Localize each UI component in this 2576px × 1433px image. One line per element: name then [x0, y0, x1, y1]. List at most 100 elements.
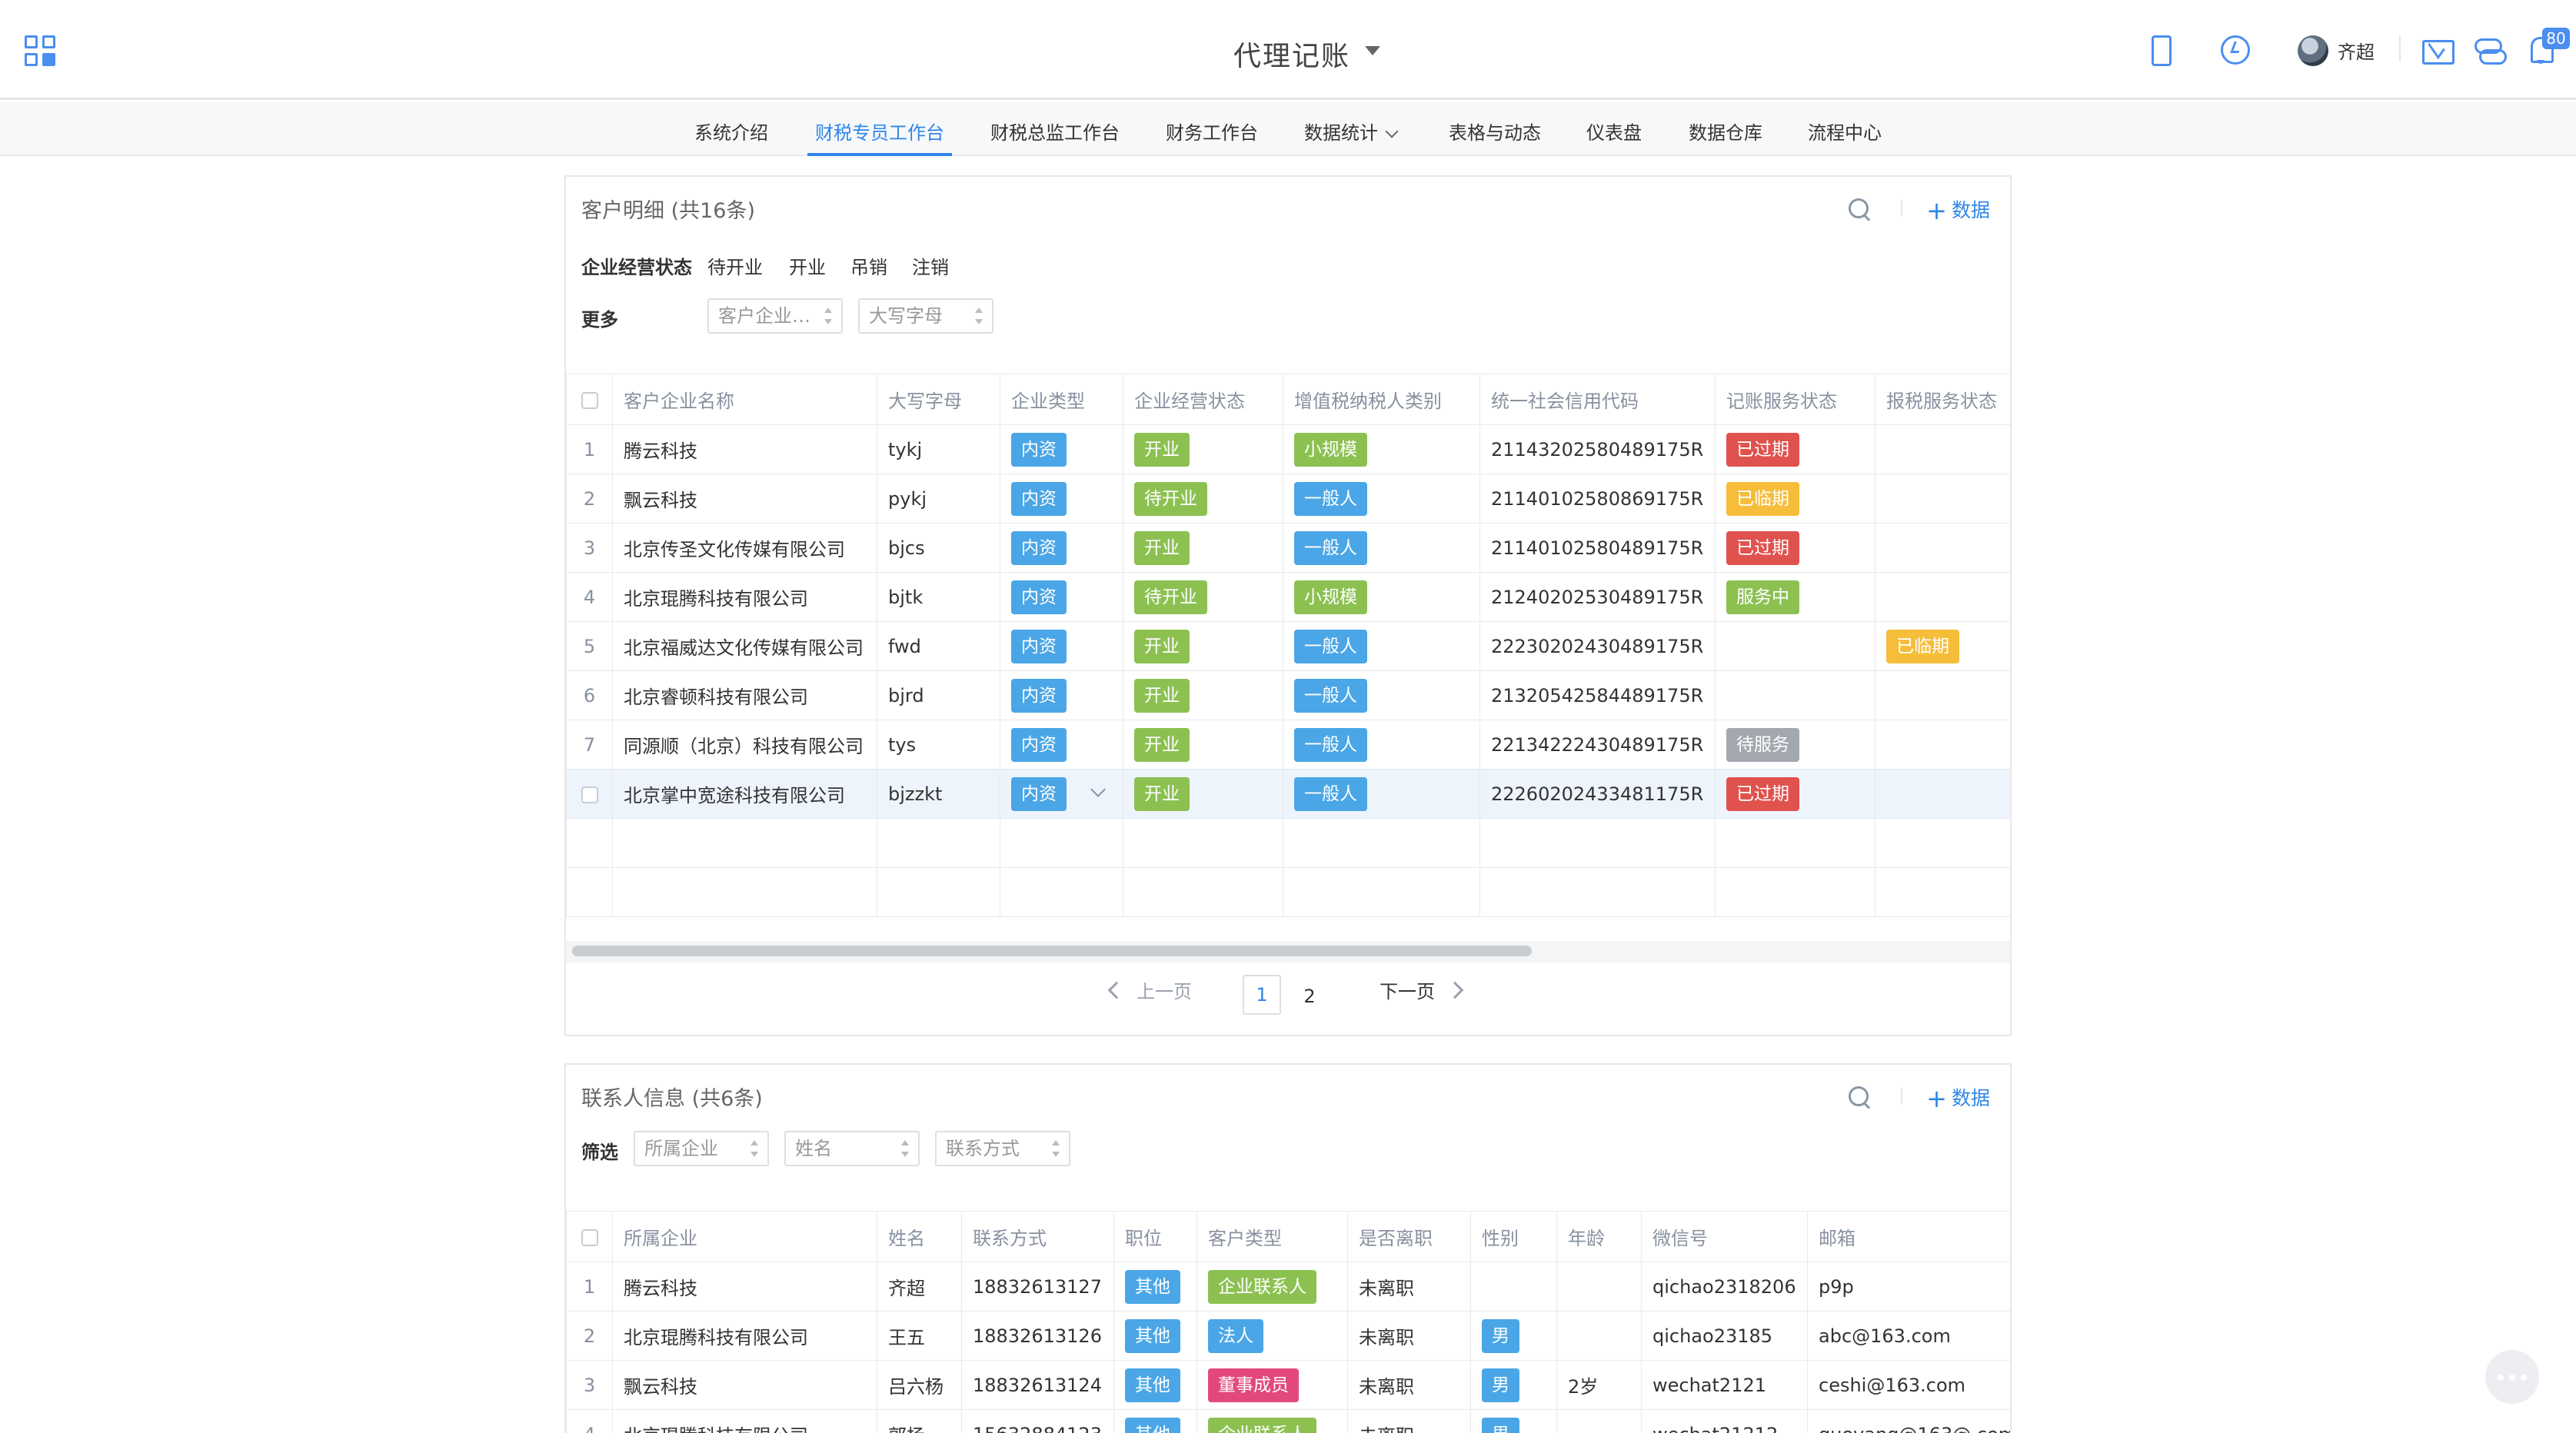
gender-tag: 男 — [1482, 1318, 1519, 1353]
vat-category-tag: 小规模 — [1294, 580, 1367, 614]
customer-company-select[interactable]: 客户企业… — [707, 298, 843, 334]
link-icon[interactable] — [2473, 34, 2507, 68]
table-row[interactable]: 7 同源顺（北京）科技有限公司 tys 内资 开业 一般人 2213422243048917… — [566, 720, 2010, 770]
table-row[interactable]: 1 腾云科技 齐超 18832613127 其他 企业联系人 未离职 qichao231820… — [566, 1262, 2010, 1312]
empty-row — [566, 818, 2010, 868]
select-all-checkbox[interactable] — [581, 1229, 598, 1246]
column-header[interactable]: 姓名 — [877, 1211, 962, 1262]
column-header[interactable]: 记账服务状态 — [1715, 374, 1875, 425]
column-header[interactable]: 大写字母 — [877, 374, 1000, 425]
contact-table-header: 所属企业 姓名 联系方式 职位 客户类型 是否离职 性别 年龄 微信号 邮箱 — [566, 1211, 2010, 1262]
table-row[interactable]: 2 北京琨腾科技有限公司 王五 18832613126 其他 法人 未离职 男 qichao23… — [566, 1311, 2010, 1361]
user-name[interactable]: 齐超 — [2338, 37, 2375, 64]
company-type-tag: 内资 — [1011, 481, 1067, 516]
company-type-tag: 内资 — [1011, 629, 1067, 663]
column-header[interactable]: 统一社会信用代码 — [1479, 374, 1716, 425]
customer-card-title: 客户明细 (共16条) — [581, 199, 756, 223]
toolbar-divider — [1901, 200, 1902, 217]
column-header[interactable]: 是否离职 — [1347, 1211, 1471, 1262]
table-row[interactable]: 3 飘云科技 吕六杨 18832613124 其他 董事成员 未离职 男 2岁 wechat212… — [566, 1360, 2010, 1410]
search-icon[interactable] — [1847, 197, 1872, 221]
table-row[interactable]: 3 北京传圣文化传媒有限公司 bjcs 内资 开业 一般人 2114010258048917… — [566, 523, 2010, 573]
app-title[interactable]: 代理记账 — [1233, 34, 1350, 74]
horizontal-scrollbar[interactable] — [572, 946, 1532, 956]
table-row[interactable]: 4 北京琨腾科技有限公司 bjtk 内资 待开业 小规模 21240202530489175… — [566, 572, 2010, 622]
column-header[interactable]: 报税服务状态 — [1875, 374, 2010, 425]
status-filter-label: 企业经营状态 — [581, 257, 692, 278]
table-row[interactable]: 2 飘云科技 pykj 内资 待开业 一般人 21140102580869175R 已临期 — [566, 474, 2010, 524]
inbox-icon[interactable] — [2421, 34, 2455, 68]
contact-name: 郭杨 — [888, 1425, 925, 1433]
status-option-pending[interactable]: 待开业 — [707, 252, 763, 279]
nav-data-warehouse[interactable]: 数据仓库 — [1689, 118, 1762, 156]
contact-table: 所属企业 姓名 联系方式 职位 客户类型 是否离职 性别 年龄 微信号 邮箱 1… — [566, 1211, 2010, 1433]
row-checkbox[interactable] — [581, 786, 598, 803]
business-status-tag: 待开业 — [1134, 580, 1207, 614]
credit-code: 22230202430489175R — [1491, 635, 1704, 657]
nav-process-center[interactable]: 流程中心 — [1808, 118, 1882, 156]
nav-tables-activity[interactable]: 表格与动态 — [1449, 118, 1541, 156]
bookkeeping-status-tag: 已过期 — [1726, 776, 1799, 811]
column-header[interactable]: 客户类型 — [1196, 1211, 1348, 1262]
column-header[interactable]: 性别 — [1470, 1211, 1557, 1262]
row-index: 4 — [584, 1424, 595, 1433]
nav-data-stats[interactable]: 数据统计 — [1304, 118, 1399, 156]
gender-tag: 男 — [1482, 1368, 1519, 1402]
vat-category-tag: 一般人 — [1294, 629, 1367, 663]
capital-letters-select[interactable]: 大写字母 — [858, 298, 993, 334]
status-option-revoked[interactable]: 吊销 — [850, 252, 887, 279]
nav-dashboard[interactable]: 仪表盘 — [1586, 118, 1642, 156]
clock-icon[interactable] — [2218, 34, 2252, 68]
chevron-down-icon[interactable] — [1090, 781, 1106, 797]
column-header[interactable]: 增值税纳税人类别 — [1283, 374, 1480, 425]
select-all-cell — [566, 1211, 613, 1262]
chat-more-button[interactable] — [2485, 1350, 2539, 1404]
status-option-open[interactable]: 开业 — [789, 252, 826, 279]
table-row[interactable]: 6 北京睿顿科技有限公司 bjrd 内资 开业 一般人 21320542584489175R — [566, 670, 2010, 720]
contact-name: 齐超 — [888, 1278, 925, 1299]
prev-page-button[interactable]: 上一页 — [1107, 976, 1192, 1003]
company-name: 飘云科技 — [624, 490, 697, 511]
table-row[interactable]: 北京掌中宽途科技有限公司 bjzzkt 内资 开业 一般人 222602024334811… — [566, 769, 2010, 819]
column-header[interactable]: 邮箱 — [1807, 1211, 2010, 1262]
contact-card-title: 联系人信息 (共6条) — [581, 1087, 763, 1111]
column-header[interactable]: 企业类型 — [1000, 374, 1123, 425]
column-header[interactable]: 企业经营状态 — [1123, 374, 1283, 425]
contact-company-select[interactable]: 所属企业 — [634, 1131, 769, 1166]
select-spinner-icon — [975, 308, 983, 324]
user-avatar[interactable] — [2298, 35, 2328, 66]
contact-method-select[interactable]: 联系方式 — [935, 1131, 1070, 1166]
contact-name-select[interactable]: 姓名 — [784, 1131, 920, 1166]
nav-system-intro[interactable]: 系统介绍 — [694, 118, 768, 156]
column-header[interactable]: 客户企业名称 — [612, 374, 877, 425]
nav-tax-director-workbench[interactable]: 财税总监工作台 — [990, 118, 1120, 156]
company-name: 北京睿顿科技有限公司 — [624, 687, 808, 708]
select-all-checkbox[interactable] — [581, 391, 598, 409]
table-row[interactable]: 5 北京福威达文化传媒有限公司 fwd 内资 开业 一般人 2223020243048917… — [566, 621, 2010, 671]
contact-phone: 15632884123 — [973, 1424, 1102, 1433]
table-row[interactable]: 1 腾云科技 tykj 内资 开业 小规模 21143202580489175R 已过期 — [566, 424, 2010, 474]
page-1-button[interactable]: 1 — [1243, 975, 1281, 1015]
status-option-cancelled[interactable]: 注销 — [912, 252, 949, 279]
contact-name-select-text: 姓名 — [795, 1138, 832, 1159]
nav-finance-workbench[interactable]: 财务工作台 — [1166, 118, 1258, 156]
mobile-icon[interactable] — [2142, 34, 2176, 68]
wechat-id: qichao2318206 — [1652, 1275, 1796, 1298]
search-icon[interactable] — [1847, 1085, 1872, 1109]
nav-tax-specialist-workbench[interactable]: 财税专员工作台 — [807, 118, 952, 156]
column-header[interactable]: 年龄 — [1556, 1211, 1642, 1262]
column-header[interactable]: 联系方式 — [961, 1211, 1114, 1262]
column-header[interactable]: 所属企业 — [612, 1211, 877, 1262]
company-name: 北京传圣文化传媒有限公司 — [624, 539, 845, 560]
app-switch-caret-icon[interactable] — [1365, 46, 1380, 55]
add-data-button[interactable]: + 数据 — [1926, 194, 1990, 225]
bookkeeping-status-tag: 服务中 — [1726, 580, 1799, 614]
app-grid-icon[interactable] — [25, 35, 57, 68]
add-contact-data-button[interactable]: + 数据 — [1926, 1082, 1990, 1113]
page-2-button[interactable]: 2 — [1290, 978, 1329, 1018]
column-header[interactable]: 微信号 — [1641, 1211, 1808, 1262]
column-header[interactable]: 职位 — [1113, 1211, 1197, 1262]
business-status-tag: 开业 — [1134, 629, 1190, 663]
table-row[interactable]: 4 北京琨腾科技有限公司 郭杨 15632884123 其他 企业联系人未离职 男 wecha… — [566, 1409, 2010, 1433]
next-page-button[interactable]: 下一页 — [1380, 976, 1464, 1003]
